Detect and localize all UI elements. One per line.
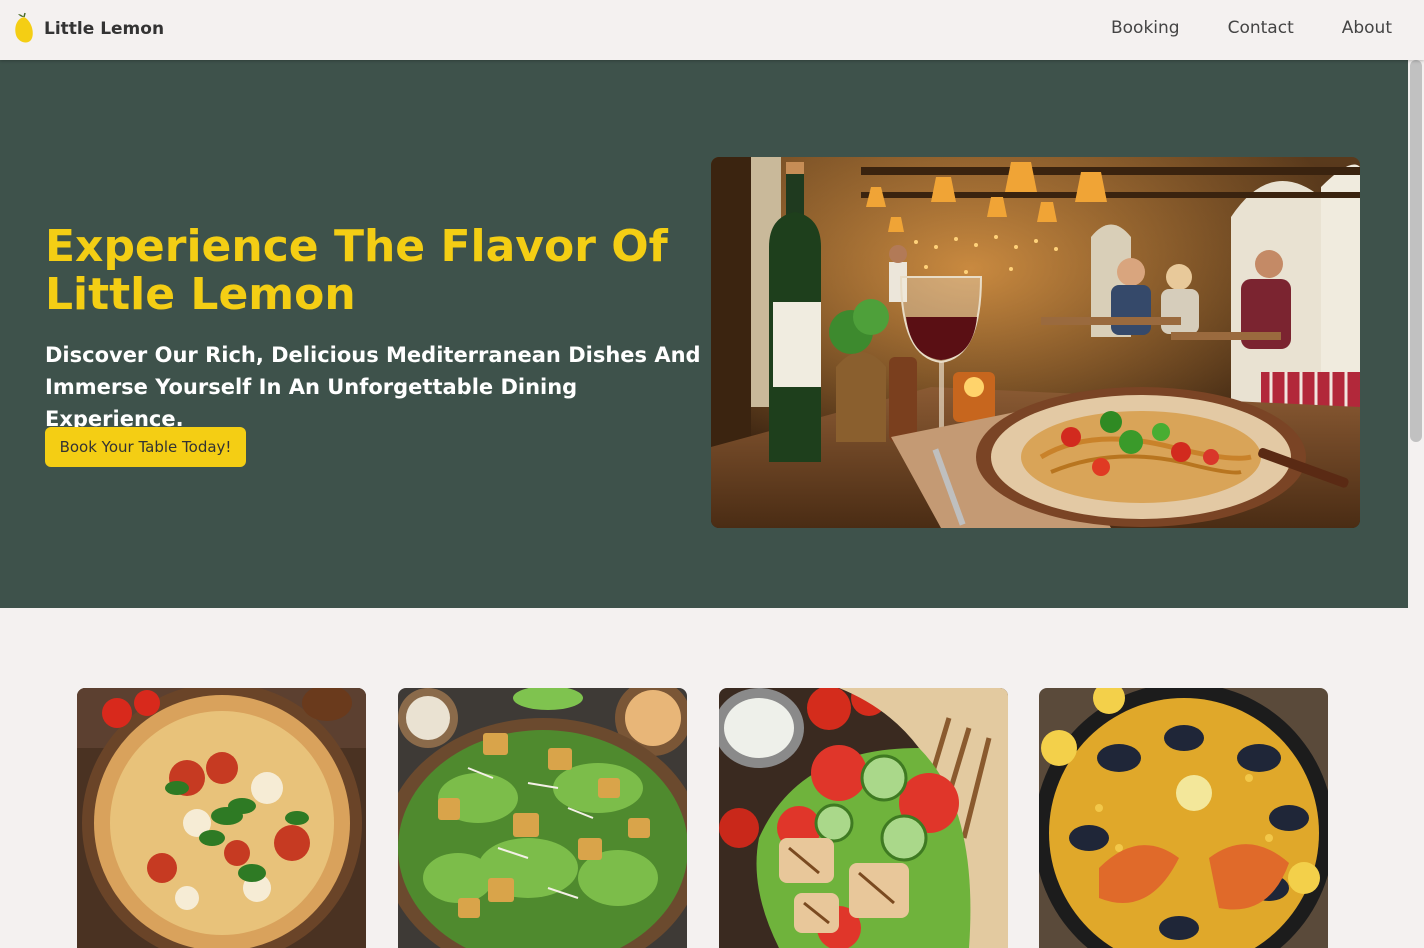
nav-link-booking[interactable]: Booking	[1111, 18, 1180, 38]
dish-card-chicken-wrap[interactable]	[719, 688, 1008, 948]
seafood-paella-image	[1039, 688, 1328, 948]
hero-title: Experience The Flavor Of Little Lemon	[45, 221, 668, 320]
lemon-icon	[12, 12, 36, 46]
main-nav: Booking Contact About	[1111, 18, 1392, 38]
brand-logo-link[interactable]: Little Lemon	[12, 12, 164, 46]
nav-link-contact[interactable]: Contact	[1228, 18, 1294, 38]
dish-card-pizza[interactable]	[77, 688, 366, 948]
dish-card-paella[interactable]	[1039, 688, 1328, 948]
hero-subtitle: Discover Our Rich, Delicious Mediterrane…	[45, 343, 701, 431]
page-scrollbar[interactable]	[1408, 60, 1424, 935]
brand-name: Little Lemon	[44, 19, 165, 39]
caesar-salad-image	[398, 688, 687, 948]
top-navbar: Little Lemon Booking Contact About	[0, 0, 1424, 60]
chicken-wrap-image	[719, 688, 1008, 948]
book-table-button[interactable]: Book Your Table Today!	[45, 427, 246, 467]
margherita-pizza-image	[77, 688, 366, 948]
restaurant-interior-image	[711, 157, 1360, 528]
scrollbar-thumb[interactable]	[1410, 60, 1422, 442]
hero-section: Experience The Flavor Of Little Lemon Di…	[0, 60, 1408, 608]
nav-link-about[interactable]: About	[1342, 18, 1392, 38]
dish-card-caesar-salad[interactable]	[398, 688, 687, 948]
